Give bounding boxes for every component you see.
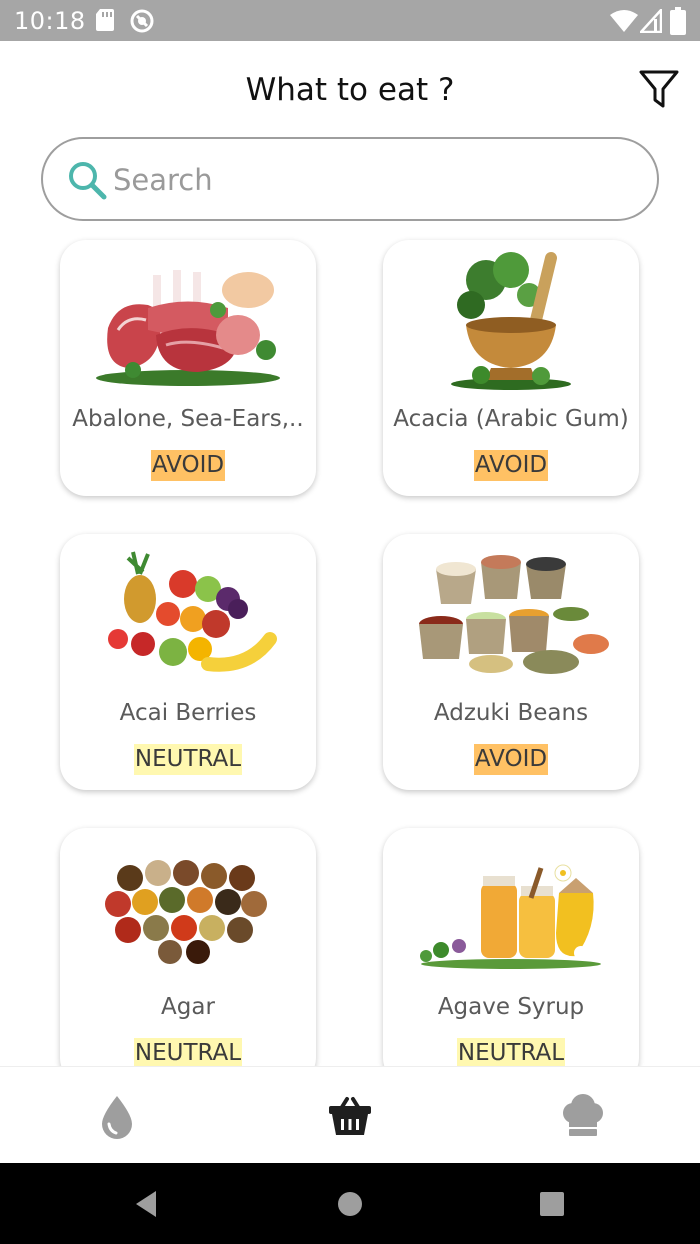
basket-icon [329, 1097, 371, 1135]
nav-tab-chef[interactable] [558, 1091, 608, 1141]
nav-tab-basket[interactable] [325, 1091, 375, 1141]
status-bar: 10:18 [0, 0, 700, 41]
filter-icon [639, 70, 679, 108]
status-badge: NEUTRAL [456, 1038, 566, 1066]
search-icon [69, 162, 107, 200]
back-icon[interactable] [130, 1187, 164, 1221]
home-icon[interactable] [333, 1187, 367, 1221]
page-title: What to eat ? [245, 72, 455, 108]
herbs-mortar-image [451, 252, 571, 390]
fruits-image [108, 551, 277, 672]
status-badge: AVOID [150, 450, 226, 481]
signal-icon [640, 9, 662, 33]
meat-image [96, 270, 280, 386]
status-badge: AVOID [473, 450, 549, 481]
status-badge: NEUTRAL [133, 744, 243, 775]
app-header: What to eat ? [0, 41, 700, 136]
food-card[interactable]: Acacia (Arabic Gum) AVOID [383, 240, 639, 496]
chef-hat-icon [563, 1094, 603, 1136]
nav-tab-drop[interactable] [92, 1091, 142, 1141]
food-name: Abalone, Sea-Ears,.. [72, 406, 304, 432]
food-card[interactable]: Agave Syrup NEUTRAL [383, 828, 639, 1066]
food-card[interactable]: Adzuki Beans AVOID [383, 534, 639, 790]
battery-icon [670, 7, 686, 35]
spices-image [105, 860, 267, 964]
search-bar[interactable] [41, 137, 659, 221]
food-name: Acai Berries [119, 700, 257, 726]
food-name: Agave Syrup [437, 994, 585, 1020]
recents-icon[interactable] [535, 1187, 569, 1221]
honey-jars-image [420, 864, 602, 969]
food-name: Adzuki Beans [433, 700, 589, 726]
sync-disabled-icon [130, 9, 154, 33]
food-name: Agar [161, 994, 215, 1020]
food-grid[interactable]: Abalone, Sea-Ears,.. AVOID Acacia (Arabi… [0, 228, 700, 1066]
food-name: Acacia (Arabic Gum) [393, 406, 629, 432]
food-card[interactable]: Abalone, Sea-Ears,.. AVOID [60, 240, 316, 496]
beans-sacks-image [419, 555, 609, 674]
drop-icon [102, 1096, 132, 1139]
search-input[interactable] [113, 159, 633, 201]
system-nav-bar [0, 1163, 700, 1244]
status-time: 10:18 [14, 7, 86, 35]
food-card[interactable]: Acai Berries NEUTRAL [60, 534, 316, 790]
bottom-nav [0, 1066, 700, 1163]
status-badge: NEUTRAL [133, 1038, 243, 1066]
status-badge: AVOID [473, 744, 549, 775]
food-card[interactable]: Agar NEUTRAL [60, 828, 316, 1066]
wifi-icon [610, 10, 638, 32]
sd-card-icon [96, 9, 114, 31]
filter-button[interactable] [638, 68, 680, 110]
